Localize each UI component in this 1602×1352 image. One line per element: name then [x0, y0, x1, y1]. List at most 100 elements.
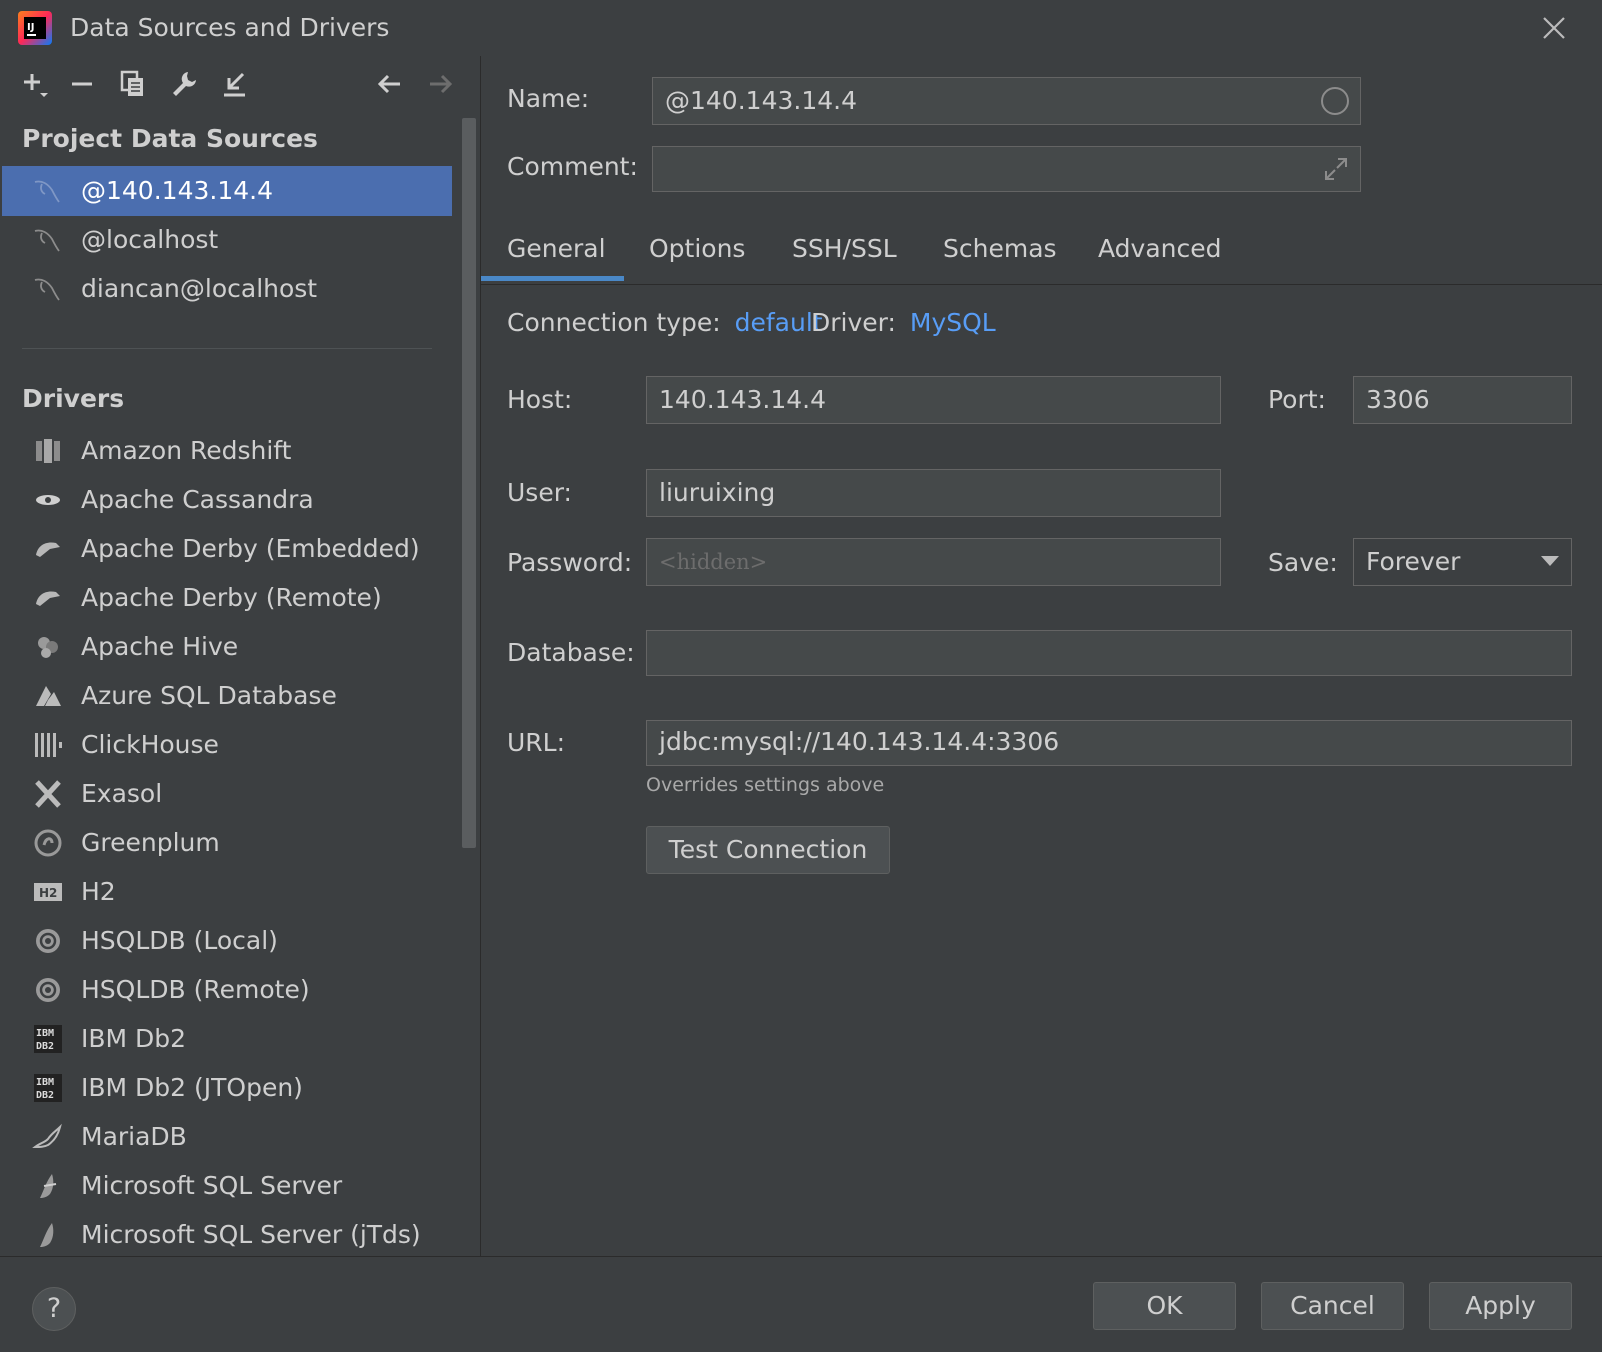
driver-item[interactable]: Apache Cassandra [2, 475, 452, 525]
driver-item[interactable]: IBM DB2 IBM Db2 [2, 1014, 452, 1064]
test-connection-button[interactable]: Test Connection [646, 826, 890, 874]
driver-item[interactable]: Azure SQL Database [2, 671, 452, 721]
mysql-dolphin-icon [34, 180, 60, 203]
window-title: Data Sources and Drivers [70, 13, 390, 42]
apply-button[interactable]: Apply [1429, 1282, 1572, 1330]
azure-icon [36, 686, 61, 706]
help-button[interactable]: ? [32, 1287, 76, 1331]
database-label: Database: [507, 638, 635, 667]
cancel-button[interactable]: Cancel [1261, 1282, 1404, 1330]
comment-label: Comment: [507, 152, 638, 181]
mysql-dolphin-icon [34, 229, 60, 252]
data-source-label: diancan@localhost [81, 274, 318, 303]
password-label: Password: [507, 548, 633, 577]
forward-arrow-icon[interactable] [425, 68, 457, 100]
driver-link[interactable]: MySQL [910, 308, 996, 337]
hsqldb-icon [36, 929, 60, 953]
driver-item[interactable]: Apache Hive [2, 622, 452, 672]
mysql-dolphin-icon [34, 278, 60, 301]
driver-item[interactable]: MariaDB [2, 1112, 452, 1162]
import-icon[interactable] [219, 68, 251, 100]
name-field[interactable]: @140.143.14.4 [652, 77, 1361, 125]
h2-icon: H2 [34, 883, 62, 901]
driver-label: MariaDB [81, 1122, 187, 1151]
url-field[interactable]: jdbc:mysql://140.143.14.4:3306 [646, 720, 1572, 766]
save-value: Forever [1366, 547, 1461, 576]
data-source-item[interactable]: @localhost [2, 215, 452, 265]
driver-label: Azure SQL Database [81, 681, 337, 710]
password-field[interactable]: <hidden> [646, 538, 1221, 586]
driver-item[interactable]: ClickHouse [2, 720, 452, 770]
active-tab-indicator [481, 276, 624, 281]
driver-item[interactable]: HSQLDB (Local) [2, 916, 452, 966]
data-source-label: @localhost [81, 225, 219, 254]
add-icon[interactable] [18, 68, 50, 100]
wrench-icon[interactable] [168, 68, 200, 100]
driver-item[interactable]: Apache Derby (Embedded) [2, 524, 452, 574]
driver-label: Microsoft SQL Server [81, 1171, 343, 1200]
tab-general[interactable]: General [507, 234, 606, 263]
driver-label: HSQLDB (Remote) [81, 975, 310, 1004]
svg-text:IBM: IBM [36, 1028, 54, 1039]
database-field[interactable] [646, 630, 1572, 676]
tab-schemas[interactable]: Schemas [943, 234, 1057, 263]
remove-icon[interactable] [66, 68, 98, 100]
url-label: URL: [507, 728, 566, 757]
driver-item[interactable]: HSQLDB (Remote) [2, 965, 452, 1015]
title-bar: IJ Data Sources and Drivers [0, 0, 1602, 56]
svg-text:IJ: IJ [27, 22, 34, 33]
port-field[interactable]: 3306 [1353, 376, 1572, 424]
driver-label: Apache Derby (Remote) [81, 583, 382, 612]
greenplum-icon [34, 829, 62, 857]
mariadb-icon [32, 1123, 62, 1149]
expand-icon[interactable] [1322, 155, 1350, 183]
close-icon[interactable] [1538, 12, 1570, 44]
driver-item[interactable]: IBM DB2 IBM Db2 (JTOpen) [2, 1063, 452, 1113]
project-data-sources-header: Project Data Sources [22, 124, 318, 153]
tab-advanced[interactable]: Advanced [1098, 234, 1222, 263]
save-select[interactable]: Forever [1353, 538, 1572, 586]
svg-text:H2: H2 [39, 886, 57, 900]
ok-button[interactable]: OK [1093, 1282, 1236, 1330]
driver-item[interactable]: Microsoft SQL Server [2, 1161, 452, 1211]
intellij-logo-icon: IJ [18, 11, 52, 45]
sidebar-scrollbar[interactable] [462, 118, 476, 848]
back-arrow-icon[interactable] [373, 68, 405, 100]
driver-label: Amazon Redshift [81, 436, 292, 465]
left-pane: Project Data Sources @140.143.14.4 @loca… [0, 56, 481, 1256]
driver-item[interactable]: H2 H2 [2, 867, 452, 917]
driver-item[interactable]: Greenplum [2, 818, 452, 868]
driver-label: HSQLDB (Local) [81, 926, 278, 955]
driver-label: IBM Db2 [81, 1024, 187, 1053]
svg-text:IBM: IBM [36, 1077, 54, 1088]
url-hint: Overrides settings above [646, 774, 885, 796]
clickhouse-icon [35, 733, 62, 757]
connection-type-link[interactable]: default [735, 308, 823, 337]
host-field[interactable]: 140.143.14.4 [646, 376, 1221, 424]
driver-item[interactable]: Amazon Redshift [2, 426, 452, 476]
driver-label: Apache Cassandra [81, 485, 314, 514]
hsqldb-icon [36, 978, 60, 1002]
driver-label: Driver: [811, 308, 896, 337]
name-label: Name: [507, 84, 590, 113]
color-circle-icon[interactable] [1320, 86, 1350, 116]
derby-icon [36, 542, 60, 557]
duplicate-icon[interactable] [117, 68, 149, 100]
comment-field[interactable] [652, 146, 1361, 192]
name-value: @140.143.14.4 [665, 86, 857, 115]
user-field[interactable]: liuruixing [646, 469, 1221, 517]
data-source-item[interactable]: diancan@localhost [2, 264, 452, 314]
derby-icon [36, 591, 60, 606]
driver-label: Apache Derby (Embedded) [81, 534, 420, 563]
save-label: Save: [1268, 548, 1338, 577]
cassandra-icon [36, 495, 60, 505]
driver-item[interactable]: Exasol [2, 769, 452, 819]
driver-item[interactable]: Apache Derby (Remote) [2, 573, 452, 623]
sqlserver-icon [40, 1174, 57, 1198]
driver-item[interactable]: Microsoft SQL Server (jTds) [2, 1210, 452, 1256]
data-source-item[interactable]: @140.143.14.4 [2, 166, 452, 216]
tab-ssh-ssl[interactable]: SSH/SSL [792, 234, 897, 263]
driver-label: Exasol [81, 779, 163, 808]
tab-options[interactable]: Options [649, 234, 745, 263]
sidebar-separator [22, 348, 432, 349]
